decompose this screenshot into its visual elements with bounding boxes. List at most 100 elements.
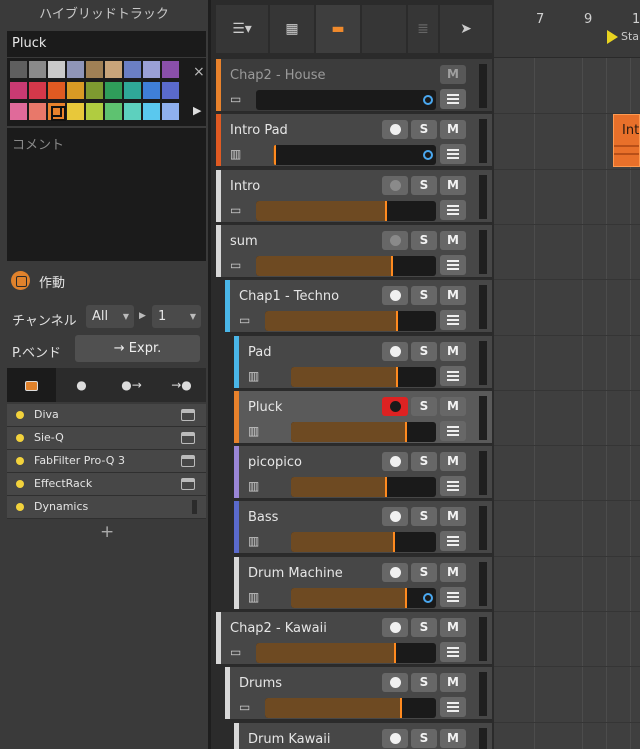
mute-button[interactable]: M bbox=[440, 120, 466, 140]
timeline-ruler[interactable]: 7 9 1 Star bbox=[494, 0, 640, 58]
track-header[interactable]: Bass ▥ M S bbox=[234, 501, 492, 555]
action-section[interactable]: 作動 bbox=[7, 268, 206, 294]
color-swatch[interactable] bbox=[10, 103, 27, 120]
color-swatch[interactable] bbox=[86, 103, 103, 120]
mute-button[interactable]: M bbox=[440, 286, 466, 306]
window-icon[interactable] bbox=[181, 431, 195, 444]
expr-button[interactable]: → Expr. bbox=[75, 335, 200, 362]
volume-fader[interactable] bbox=[291, 366, 436, 387]
color-swatch[interactable] bbox=[29, 61, 46, 78]
color-swatch[interactable] bbox=[67, 61, 84, 78]
color-swatch[interactable] bbox=[143, 61, 160, 78]
mute-button[interactable]: M bbox=[440, 618, 466, 637]
track-menu-button[interactable] bbox=[440, 586, 466, 607]
record-arm-button[interactable] bbox=[382, 728, 408, 748]
palette-close-icon[interactable]: × bbox=[193, 64, 205, 80]
volume-fader[interactable] bbox=[291, 532, 436, 553]
record-arm-button[interactable] bbox=[382, 396, 408, 416]
record-arm-button[interactable] bbox=[382, 286, 408, 306]
record-arm-button[interactable] bbox=[382, 230, 408, 250]
solo-button[interactable]: S bbox=[411, 618, 437, 637]
volume-fader[interactable] bbox=[291, 477, 436, 498]
color-swatch[interactable] bbox=[48, 82, 65, 99]
record-arm-button[interactable] bbox=[382, 507, 408, 527]
track-menu-button[interactable] bbox=[440, 476, 466, 497]
color-swatch[interactable] bbox=[10, 61, 27, 78]
lanes-view-button[interactable]: ▬ bbox=[316, 5, 360, 53]
queue-button[interactable]: ≣ bbox=[408, 5, 438, 53]
channel-dropdown[interactable]: All ▼ bbox=[86, 305, 134, 328]
track-header[interactable]: picopico ▥ M S bbox=[234, 446, 492, 500]
tab-returns[interactable]: →● bbox=[157, 368, 206, 402]
device-power-icon[interactable] bbox=[16, 456, 24, 465]
device-item[interactable]: Sie-Q bbox=[7, 426, 206, 450]
solo-button[interactable]: S bbox=[411, 562, 437, 582]
pager-arrow-icon[interactable]: ▶ bbox=[139, 311, 146, 321]
volume-fader[interactable] bbox=[256, 643, 436, 663]
track-menu-button[interactable] bbox=[440, 144, 466, 165]
track-menu-button[interactable] bbox=[440, 531, 466, 552]
mute-button[interactable]: M bbox=[440, 396, 466, 416]
track-menu-button[interactable] bbox=[440, 89, 466, 109]
volume-fader[interactable] bbox=[291, 421, 436, 442]
mute-button[interactable]: M bbox=[440, 562, 466, 582]
grid-view-button[interactable]: ▦ bbox=[270, 5, 314, 53]
color-swatch[interactable] bbox=[162, 82, 179, 99]
color-swatch[interactable] bbox=[48, 103, 66, 121]
pointer-tool-button[interactable]: ➤ bbox=[440, 5, 492, 53]
volume-fader[interactable] bbox=[256, 90, 436, 110]
mute-button[interactable]: M bbox=[440, 728, 466, 748]
arrangement-view[interactable]: 7 9 1 Star Intr bbox=[494, 0, 640, 749]
color-swatch[interactable] bbox=[143, 103, 160, 120]
solo-button[interactable]: S bbox=[411, 341, 437, 361]
track-menu-button[interactable] bbox=[440, 642, 466, 662]
device-power-icon[interactable] bbox=[16, 411, 24, 419]
device-item[interactable]: FabFilter Pro-Q 3 bbox=[7, 449, 206, 473]
add-device-button[interactable]: + bbox=[100, 522, 114, 542]
clip[interactable]: Intr bbox=[613, 114, 640, 167]
color-swatch[interactable] bbox=[124, 61, 141, 78]
solo-button[interactable]: S bbox=[411, 728, 437, 748]
solo-button[interactable]: S bbox=[411, 396, 437, 416]
monitor-icon[interactable] bbox=[423, 150, 433, 161]
record-arm-button[interactable] bbox=[382, 562, 408, 582]
track-header[interactable]: Drums ▭ M S bbox=[225, 667, 492, 721]
solo-button[interactable]: S bbox=[411, 175, 437, 195]
track-list-menu-button[interactable]: ☰▾ bbox=[216, 5, 268, 53]
track-header[interactable]: Chap2 - Kawaii ▭ M S bbox=[216, 612, 492, 665]
color-swatch[interactable] bbox=[162, 61, 179, 78]
color-swatch[interactable] bbox=[29, 82, 46, 99]
color-swatch[interactable] bbox=[86, 82, 103, 99]
volume-fader[interactable] bbox=[256, 255, 436, 276]
track-header[interactable]: Pluck ▥ M S bbox=[234, 390, 492, 444]
track-menu-button[interactable] bbox=[440, 365, 466, 386]
track-menu-button[interactable] bbox=[440, 199, 466, 220]
record-arm-button[interactable] bbox=[382, 673, 408, 693]
color-swatch[interactable] bbox=[86, 61, 103, 78]
track-header[interactable]: Intro Pad ▥ M S bbox=[216, 114, 492, 168]
volume-fader[interactable] bbox=[265, 311, 436, 332]
color-swatch[interactable] bbox=[10, 82, 27, 99]
mute-button[interactable]: M bbox=[440, 673, 466, 693]
mute-button[interactable]: M bbox=[440, 341, 466, 361]
color-swatch[interactable] bbox=[162, 103, 179, 120]
track-header[interactable]: Pad ▥ M S bbox=[234, 335, 492, 389]
device-power-icon[interactable] bbox=[16, 479, 24, 488]
track-menu-button[interactable] bbox=[440, 254, 466, 275]
solo-button[interactable]: S bbox=[411, 120, 437, 140]
volume-fader[interactable] bbox=[291, 587, 436, 608]
track-header[interactable]: Intro ▭ M S bbox=[216, 169, 492, 223]
solo-button[interactable]: S bbox=[411, 673, 437, 693]
track-header[interactable]: Drum Kawaii▥MS bbox=[234, 722, 492, 749]
mute-button[interactable]: M bbox=[440, 452, 466, 472]
window-icon[interactable] bbox=[181, 409, 195, 421]
record-arm-button[interactable] bbox=[382, 618, 408, 637]
volume-fader[interactable] bbox=[265, 698, 436, 719]
color-swatch[interactable] bbox=[143, 82, 160, 99]
mute-button[interactable]: M bbox=[440, 175, 466, 195]
track-menu-button[interactable] bbox=[440, 697, 466, 718]
record-arm-button[interactable] bbox=[382, 341, 408, 361]
palette-more-icon[interactable]: ▶ bbox=[193, 104, 201, 117]
solo-button[interactable]: S bbox=[411, 230, 437, 250]
volume-fader[interactable] bbox=[273, 145, 436, 166]
